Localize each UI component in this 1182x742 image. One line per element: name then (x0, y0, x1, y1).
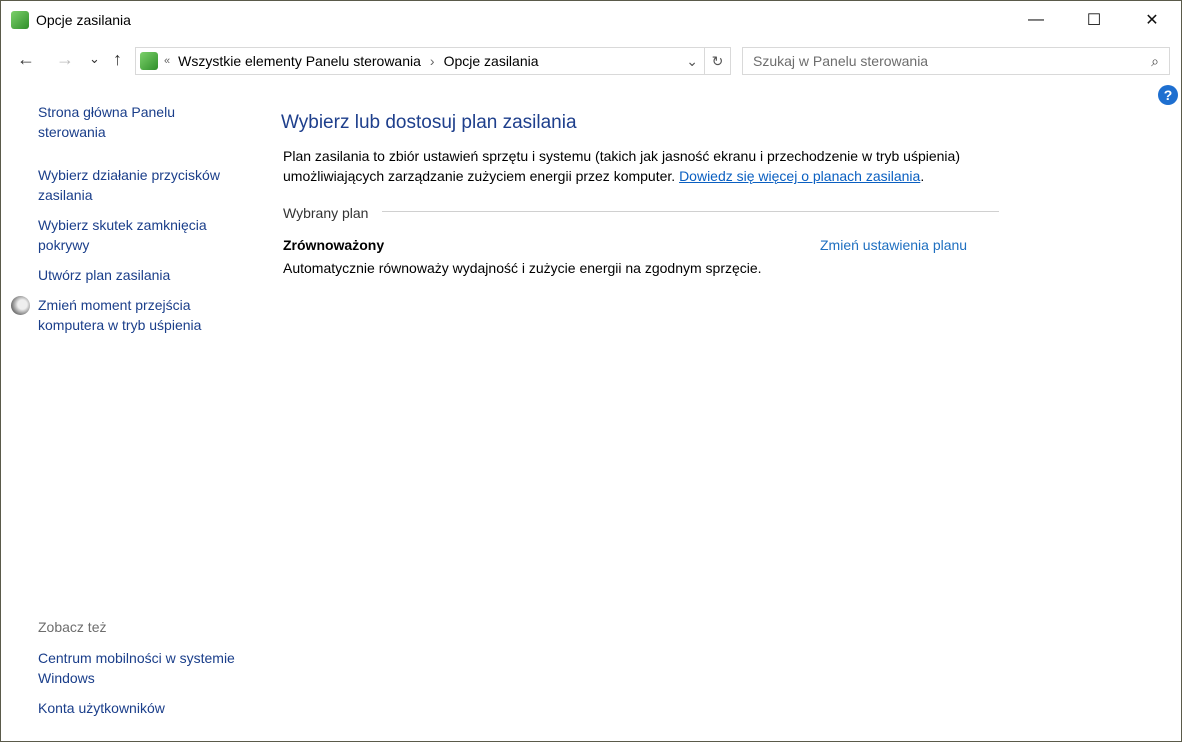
sidebar-link-create-plan[interactable]: Utwórz plan zasilania (38, 265, 238, 285)
search-input[interactable]: Szukaj w Panelu sterowania ⌕ (742, 47, 1170, 75)
window-title: Opcje zasilania (36, 12, 131, 28)
maximize-button[interactable]: ☐ (1065, 1, 1123, 39)
sidebar-link-sleep-time[interactable]: Zmień moment przejścia komputera w tryb … (38, 295, 238, 335)
power-options-icon (140, 52, 158, 70)
page-title: Wybierz lub dostosuj plan zasilania (281, 112, 577, 133)
close-button[interactable]: ✕ (1123, 1, 1181, 39)
sidebar-link-power-buttons[interactable]: Wybierz działanie przycisków zasilania (38, 165, 238, 205)
back-button[interactable]: ← (17, 49, 35, 70)
divider (382, 211, 999, 212)
plan-name: Zrównoważony (283, 237, 385, 253)
sidebar-link-lid-close[interactable]: Wybierz skutek zamknięcia pokrywy (38, 215, 238, 255)
minimize-button[interactable]: — (1007, 1, 1065, 39)
search-icon[interactable]: ⌕ (1151, 53, 1159, 70)
see-also-label: Zobacz też (38, 619, 107, 635)
breadcrumb-overflow[interactable]: « (164, 55, 170, 67)
plan-description: Automatycznie równoważy wydajność i zuży… (283, 260, 762, 276)
breadcrumb-separator[interactable]: › (430, 53, 435, 69)
sidebar-link-mobility-center[interactable]: Centrum mobilności w systemie Windows (38, 648, 238, 688)
power-options-icon (11, 11, 29, 29)
address-bar[interactable]: « Wszystkie elementy Panelu sterowania ›… (135, 47, 705, 75)
sleep-moon-icon (11, 296, 30, 315)
forward-button[interactable]: → (56, 49, 74, 70)
breadcrumb-power-options[interactable]: Opcje zasilania (444, 53, 539, 69)
refresh-button[interactable]: ↻ (705, 47, 731, 75)
sidebar-link-user-accounts[interactable]: Konta użytkowników (38, 698, 238, 718)
up-button[interactable]: ↑ (113, 49, 122, 70)
navigation-bar: ← → ⌄ ↑ « Wszystkie elementy Panelu ster… (1, 45, 1181, 75)
breadcrumb-all-items[interactable]: Wszystkie elementy Panelu sterowania (178, 53, 421, 69)
page-description: Plan zasilania to zbiór ustawień sprzętu… (283, 146, 1013, 186)
title-bar: Opcje zasilania — ☐ ✕ (1, 1, 1181, 39)
sidebar-link-control-panel-home[interactable]: Strona główna Panelu sterowania (38, 102, 238, 142)
address-dropdown-icon[interactable]: ⌄ (686, 53, 698, 70)
description-period: . (920, 168, 925, 184)
learn-more-link[interactable]: Dowiedz się więcej o planach zasilania (679, 168, 920, 184)
recent-locations-button[interactable]: ⌄ (89, 51, 100, 67)
search-placeholder: Szukaj w Panelu sterowania (753, 53, 929, 69)
selected-plan-label: Wybrany plan (283, 205, 369, 221)
change-plan-settings-link[interactable]: Zmień ustawienia planu (820, 237, 967, 253)
help-button[interactable]: ? (1158, 85, 1178, 105)
